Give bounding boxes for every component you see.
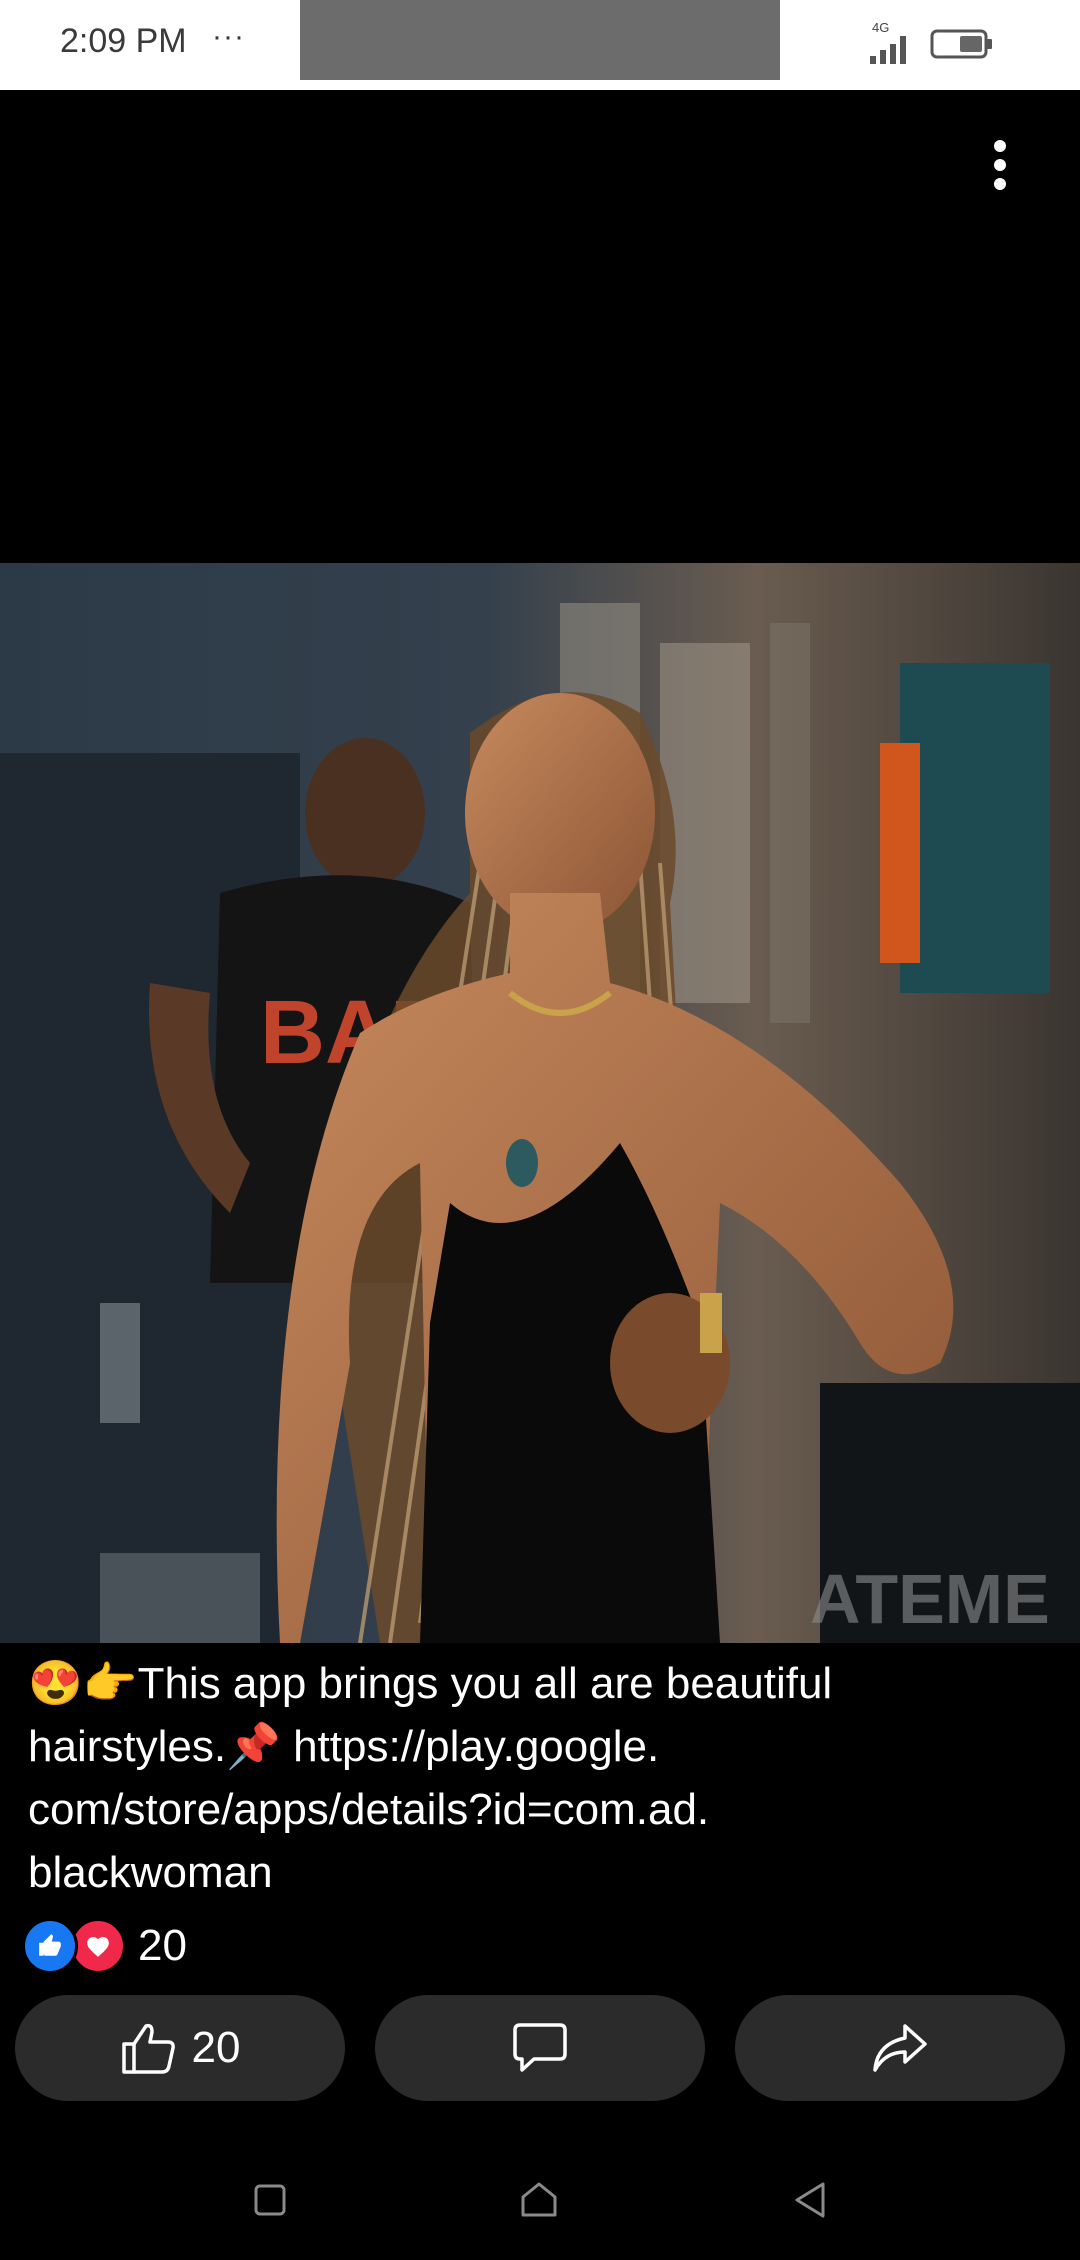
post-photo[interactable]: BAD ATEME	[0, 563, 1080, 1643]
back-icon	[795, 2182, 825, 2218]
recent-apps-button[interactable]	[240, 2170, 300, 2230]
status-overflow-icon: ···	[212, 20, 245, 53]
recent-apps-icon	[254, 2184, 286, 2216]
status-time: 2:09 PM	[60, 22, 187, 60]
status-notch	[300, 0, 780, 80]
network-type-label: 4G	[872, 20, 889, 35]
back-button[interactable]	[780, 2170, 840, 2230]
reaction-count: 20	[138, 1921, 187, 1970]
home-button[interactable]	[509, 2170, 569, 2230]
system-nav-bar	[0, 2130, 1080, 2260]
battery-icon	[930, 29, 992, 59]
status-bar: 2:09 PM ··· 4G	[0, 0, 1080, 90]
like-button[interactable]: 20	[15, 1995, 345, 2101]
more-vertical-icon	[994, 140, 1006, 190]
love-reaction-icon	[70, 1918, 126, 1974]
reactions-summary[interactable]: 20	[22, 1918, 187, 1974]
share-button[interactable]	[735, 1995, 1065, 2101]
share-icon	[873, 2024, 927, 2072]
like-reaction-icon	[22, 1918, 78, 1974]
thumbs-up-icon	[121, 2023, 175, 2074]
comment-icon	[513, 2023, 567, 2072]
svg-text:ATEME: ATEME	[810, 1560, 1050, 1638]
like-count: 20	[191, 2023, 241, 2072]
comment-button[interactable]	[375, 1995, 705, 2101]
more-options-button[interactable]	[975, 135, 1025, 195]
signal-icon: 4G	[870, 20, 906, 64]
post-caption[interactable]: 😍👉This app brings you all are beautiful …	[28, 1652, 1048, 1904]
photo-illustration: BAD ATEME	[0, 563, 1080, 1643]
home-icon	[521, 2182, 557, 2217]
